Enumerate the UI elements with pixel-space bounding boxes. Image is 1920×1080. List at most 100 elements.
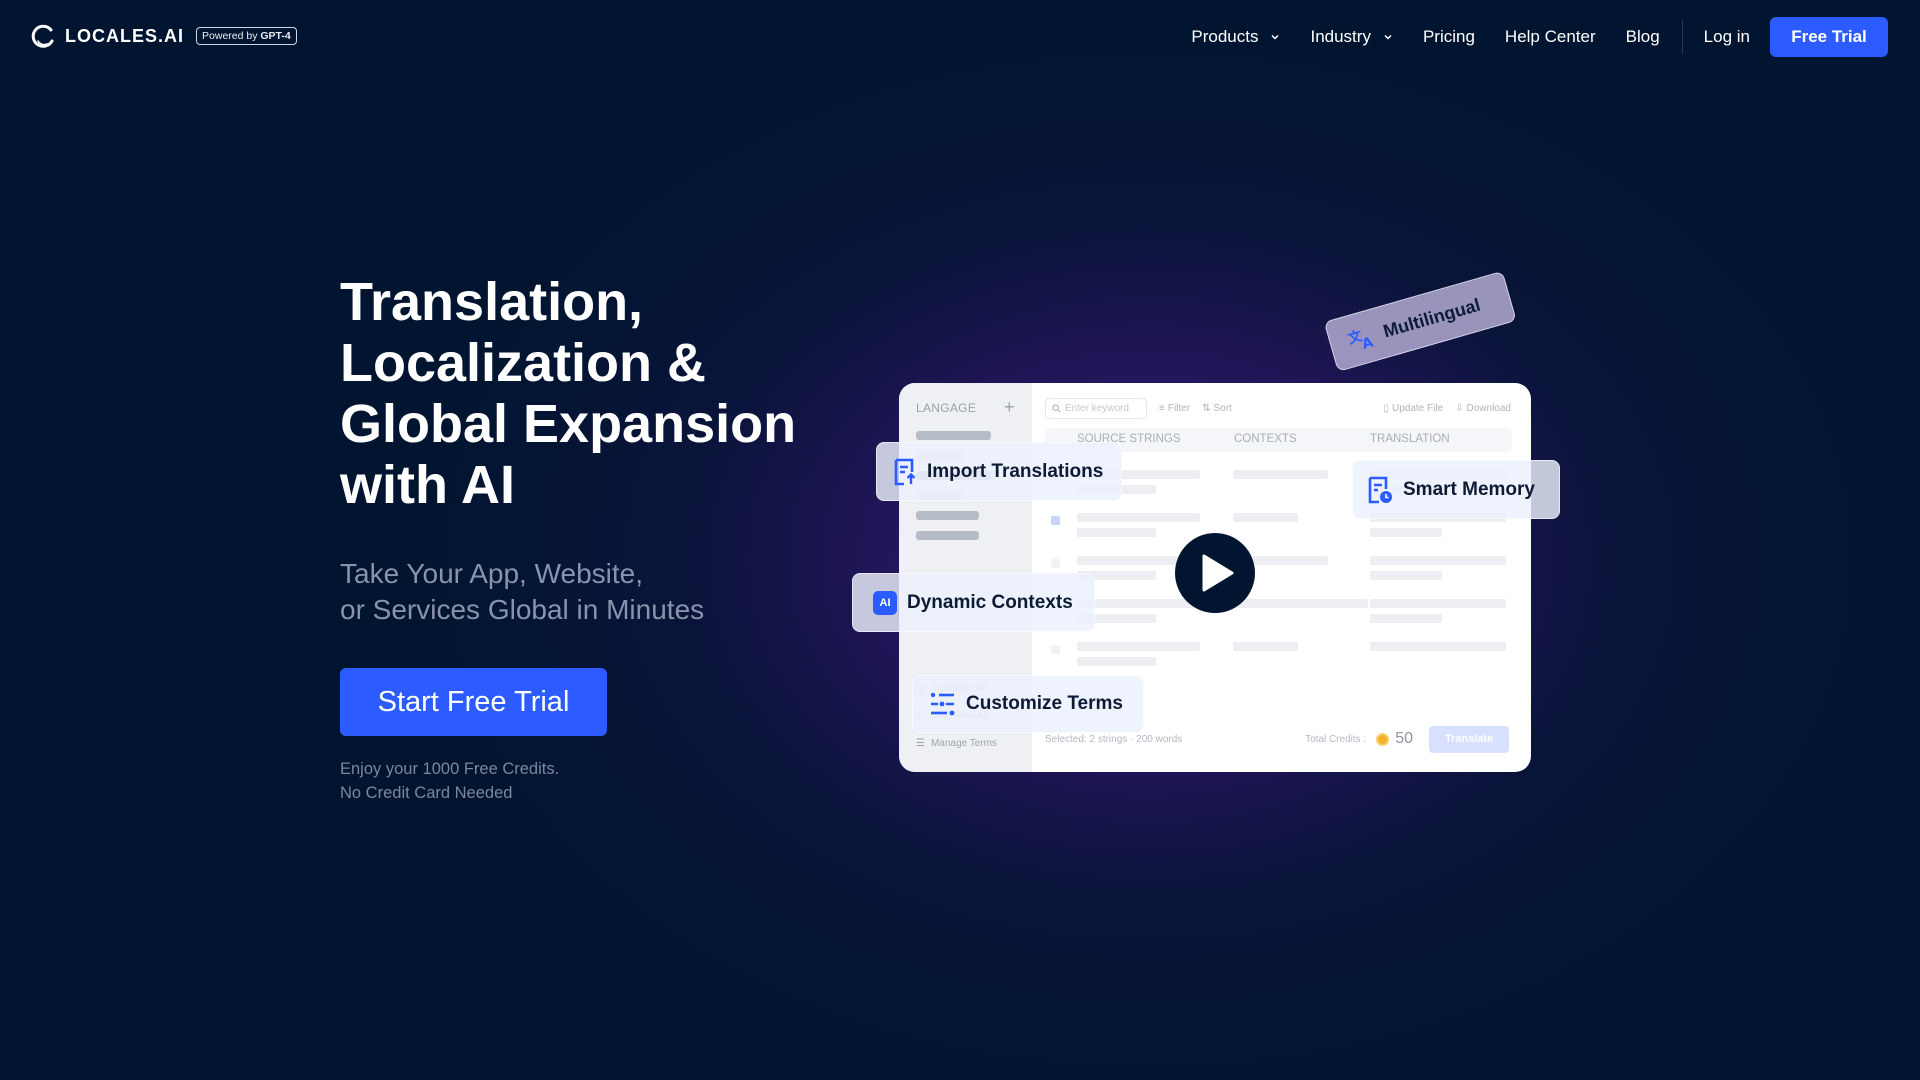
translate-button: Translate	[1429, 725, 1509, 753]
site-header: LOCALES.AI Powered by GPT-4 Products Ind…	[0, 0, 1920, 72]
start-free-trial-button[interactable]: Start Free Trial	[340, 668, 607, 736]
filter-icon: ≡	[1159, 402, 1165, 414]
preview-toolbar: Enter keyword ≡ Filter ⇅ Sort ▯ Update File…	[1045, 397, 1511, 419]
badge-prefix: Powered by	[202, 30, 261, 42]
hero-title-line: Global Expansion	[340, 394, 797, 454]
coin-icon	[1376, 732, 1390, 746]
row-checkbox	[1051, 516, 1060, 525]
update-file-label: Update File	[1391, 402, 1444, 414]
placeholder-bar	[1233, 599, 1368, 608]
feature-label: Smart Memory	[1403, 478, 1535, 500]
translate-icon: 文A	[1346, 323, 1378, 353]
placeholder-bar	[1233, 642, 1298, 651]
placeholder-bar	[1370, 599, 1506, 608]
sort-tool: ⇅ Sort	[1202, 403, 1232, 414]
logo[interactable]: LOCALES.AI Powered by GPT-4	[29, 22, 297, 50]
download-tool: ⇩ Download	[1455, 403, 1511, 414]
svg-text:A: A	[1360, 334, 1375, 352]
play-video-button[interactable]	[1175, 533, 1255, 613]
placeholder-bar	[916, 531, 979, 540]
placeholder-bar	[1077, 513, 1200, 522]
nav-products[interactable]: Products	[1191, 27, 1280, 47]
feature-label: Import Translations	[927, 460, 1104, 482]
filter-tool: ≡ Filter	[1159, 403, 1190, 414]
nav-divider	[1681, 20, 1683, 54]
hero-title-line: with AI	[340, 455, 515, 515]
placeholder-bar	[1077, 657, 1156, 666]
sliders-icon	[930, 692, 956, 716]
nav-products-label: Products	[1191, 27, 1259, 46]
credits-note-line: Enjoy your 1000 Free Credits.	[340, 760, 560, 778]
play-icon	[1202, 554, 1234, 592]
chevron-down-icon	[1271, 34, 1279, 40]
free-trial-button[interactable]: Free Trial	[1770, 17, 1888, 57]
credits-note: Enjoy your 1000 Free Credits. No Credit …	[340, 757, 559, 805]
hero-title: Translation, Localization & Global Expan…	[340, 272, 860, 516]
nav-industry[interactable]: Industry	[1310, 27, 1392, 47]
sort-icon: ⇅	[1202, 402, 1211, 414]
hero-subtitle-line: Take Your App, Website,	[340, 558, 644, 589]
logo-text: LOCALES.AI	[65, 25, 185, 46]
search-placeholder: Enter keyword	[1065, 402, 1129, 414]
memory-clock-icon	[1367, 476, 1393, 504]
plus-icon: +	[1004, 397, 1015, 417]
hero-subtitle-line: or Services Global in Minutes	[340, 594, 705, 625]
placeholder-bar	[1077, 528, 1156, 537]
total-credits-value: 50	[1395, 730, 1413, 747]
download-icon: ⇩	[1455, 402, 1464, 414]
total-credits-label: Total Credits :	[1305, 733, 1367, 745]
feature-chip-multilingual: 文A Multilingual	[1323, 270, 1517, 372]
placeholder-bar	[916, 511, 979, 520]
manage-terms-item: ☰ Manage Terms	[916, 738, 997, 749]
nav-help-center[interactable]: Help Center	[1505, 27, 1596, 47]
row-checkbox	[1051, 645, 1060, 654]
column-contexts: CONTEXTS	[1234, 433, 1297, 445]
filter-label: Filter	[1167, 402, 1191, 414]
feature-chip-smart-memory: Smart Memory	[1352, 460, 1560, 519]
selected-summary: Selected: 2 strings · 200 words	[1045, 733, 1183, 745]
sliders-icon: ☰	[916, 738, 925, 749]
placeholder-bar	[1233, 513, 1298, 522]
feature-chip-dynamic-contexts: AI Dynamic Contexts	[852, 573, 1095, 632]
hero-subtitle: Take Your App, Website, or Services Glob…	[340, 556, 840, 628]
placeholder-bar	[1370, 528, 1442, 537]
sort-label: Sort	[1213, 402, 1232, 414]
nav-blog[interactable]: Blog	[1626, 27, 1660, 47]
download-label: Download	[1466, 402, 1511, 414]
chevron-down-icon	[1384, 34, 1392, 40]
login-link[interactable]: Log in	[1704, 27, 1750, 47]
hero-title-line: Translation,	[340, 272, 644, 332]
placeholder-bar	[1077, 642, 1200, 651]
feature-chip-customize-terms: Customize Terms	[912, 675, 1144, 733]
ai-icon-text: AI	[873, 590, 897, 615]
placeholder-bar	[1077, 599, 1200, 608]
placeholder-bar	[1370, 556, 1506, 565]
feature-label: Dynamic Contexts	[907, 591, 1073, 613]
badge-model: GPT-4	[260, 30, 291, 42]
update-file-tool: ▯ Update File	[1383, 403, 1443, 414]
nav-industry-label: Industry	[1310, 27, 1371, 46]
logo-icon	[31, 24, 54, 48]
feature-label: Multilingual	[1380, 294, 1483, 341]
placeholder-bar	[1370, 642, 1506, 651]
placeholder-bar	[1370, 571, 1442, 580]
powered-by-badge: Powered by GPT-4	[196, 27, 297, 45]
feature-label: Customize Terms	[966, 693, 1123, 714]
row-checkbox	[1051, 559, 1060, 568]
placeholder-bar	[916, 431, 991, 440]
manage-terms-label: Manage Terms	[930, 738, 997, 749]
keyword-search: Enter keyword	[1045, 397, 1147, 419]
nav-pricing[interactable]: Pricing	[1423, 27, 1475, 47]
main-nav: Products Industry Pricing Help Center Bl…	[1191, 17, 1888, 57]
placeholder-bar	[1233, 470, 1328, 479]
column-translation: TRANSLATION	[1370, 433, 1450, 445]
feature-chip-import-translations: Import Translations	[876, 442, 1122, 501]
credits-note-line: No Credit Card Needed	[340, 784, 513, 802]
file-icon: ▯	[1383, 402, 1389, 414]
search-icon	[1052, 403, 1061, 412]
placeholder-bar	[1370, 614, 1442, 623]
language-heading: LANGAGE	[916, 401, 977, 415]
hero-title-line: Localization &	[340, 333, 707, 393]
import-file-icon	[893, 458, 917, 486]
ai-icon: AI	[873, 590, 897, 615]
